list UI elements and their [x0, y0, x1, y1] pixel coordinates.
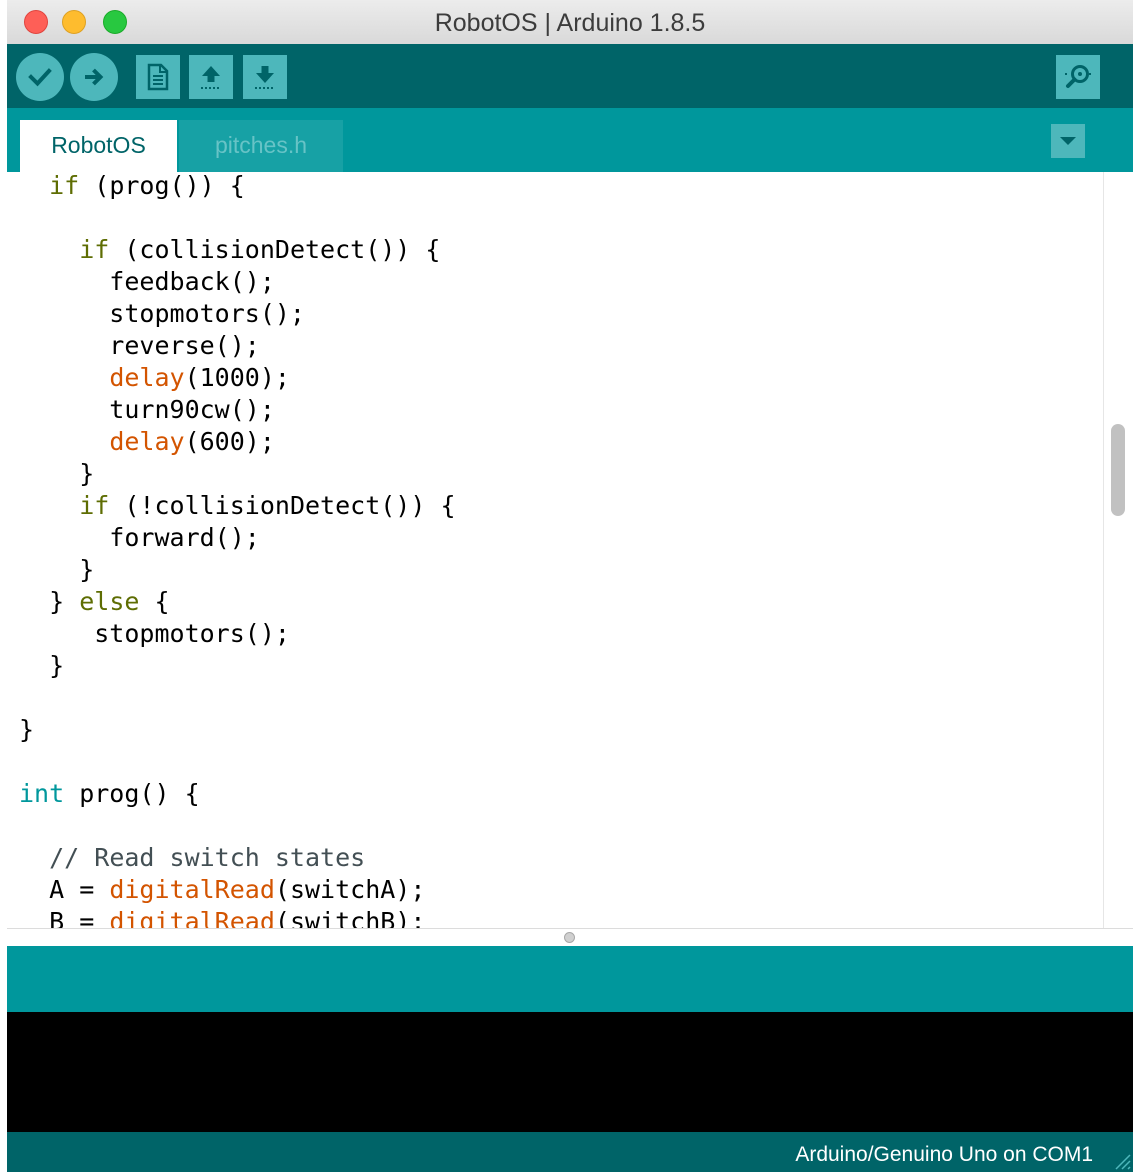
- code-token: (switchB);: [274, 907, 426, 928]
- code-line[interactable]: B = digitalRead(switchB);: [19, 906, 456, 928]
- magnifier-icon: [1065, 65, 1091, 88]
- code-token: turn90cw();: [19, 395, 275, 424]
- resize-grip-icon[interactable]: [1109, 1148, 1131, 1170]
- code-token-ty: int: [19, 779, 65, 808]
- code-token: {: [139, 587, 170, 616]
- code-line[interactable]: }: [19, 554, 456, 586]
- code-token-fn: digitalRead: [109, 907, 275, 928]
- tab-menu-button[interactable]: [1051, 124, 1085, 158]
- arrow-right-icon: [85, 68, 104, 86]
- code-token-kw: if: [79, 491, 110, 520]
- code-line[interactable]: delay(1000);: [19, 362, 456, 394]
- code-line[interactable]: }: [19, 650, 456, 682]
- code-line[interactable]: A = digitalRead(switchA);: [19, 874, 456, 906]
- code-token: (600);: [184, 427, 275, 456]
- code-line[interactable]: int prog() {: [19, 778, 456, 810]
- arrow-down-icon: [255, 66, 275, 89]
- status-bar: Arduino/Genuino Uno on COM1: [7, 1132, 1133, 1172]
- code-token-kw: else: [79, 587, 140, 616]
- code-token-cm: // Read switch states: [49, 843, 366, 872]
- code-line[interactable]: feedback();: [19, 266, 456, 298]
- code-line[interactable]: [19, 682, 456, 714]
- code-token: }: [19, 587, 80, 616]
- verify-button[interactable]: [16, 53, 64, 101]
- code-token-fn: digitalRead: [109, 875, 275, 904]
- tab-bar: RobotOS pitches.h: [7, 108, 1133, 172]
- code-editor[interactable]: if (prog()) { if (collisionDetect()) { f…: [7, 172, 1133, 928]
- code-line[interactable]: }: [19, 714, 456, 746]
- new-sketch-button[interactable]: [136, 55, 180, 99]
- code-token: }: [19, 651, 65, 680]
- code-token: }: [19, 555, 95, 584]
- code-text[interactable]: if (prog()) { if (collisionDetect()) { f…: [19, 172, 456, 928]
- code-line[interactable]: // Read switch states: [19, 842, 456, 874]
- save-button[interactable]: [243, 55, 287, 99]
- code-line[interactable]: [19, 746, 456, 778]
- code-token: (1000);: [184, 363, 290, 392]
- chevron-down-icon: [1060, 137, 1076, 145]
- code-token: prog() {: [64, 779, 200, 808]
- new-file-icon: [147, 63, 169, 91]
- code-line[interactable]: [19, 202, 456, 234]
- upload-button[interactable]: [70, 53, 118, 101]
- open-button[interactable]: [189, 55, 233, 99]
- code-token-fn: delay: [109, 427, 185, 456]
- code-line[interactable]: forward();: [19, 522, 456, 554]
- code-token: forward();: [19, 523, 260, 552]
- divider-handle[interactable]: [564, 932, 575, 943]
- code-line[interactable]: turn90cw();: [19, 394, 456, 426]
- split-divider[interactable]: [7, 928, 1133, 947]
- editor-scroll-thumb[interactable]: [1111, 424, 1125, 516]
- code-token: (!collisionDetect()) {: [109, 491, 456, 520]
- window-title: RobotOS | Arduino 1.8.5: [434, 9, 706, 37]
- code-line[interactable]: if (prog()) {: [19, 172, 456, 202]
- tab-robotos[interactable]: RobotOS: [20, 120, 177, 172]
- code-token: stopmotors();: [19, 299, 305, 328]
- editor-scrollbar[interactable]: [1103, 172, 1133, 928]
- code-token: feedback();: [19, 267, 275, 296]
- code-line[interactable]: stopmotors();: [19, 298, 456, 330]
- code-token-fn: delay: [109, 363, 185, 392]
- code-line[interactable]: reverse();: [19, 330, 456, 362]
- code-token: stopmotors();: [19, 619, 290, 648]
- code-token: (prog()) {: [79, 172, 245, 200]
- code-token: B =: [19, 907, 110, 928]
- code-token: A =: [19, 875, 110, 904]
- code-line[interactable]: stopmotors();: [19, 618, 456, 650]
- code-token-kw: if: [49, 172, 80, 200]
- code-token: (collisionDetect()) {: [109, 235, 441, 264]
- code-line[interactable]: } else {: [19, 586, 456, 618]
- code-token-kw: if: [79, 235, 110, 264]
- code-line[interactable]: [19, 810, 456, 842]
- tab-pitches-h[interactable]: pitches.h: [179, 120, 343, 172]
- serial-monitor-button[interactable]: [1056, 55, 1100, 99]
- code-token: }: [19, 715, 35, 744]
- code-line[interactable]: }: [19, 458, 456, 490]
- console-output[interactable]: [7, 1012, 1133, 1132]
- arrow-up-icon: [201, 66, 221, 89]
- code-token: }: [19, 459, 95, 488]
- code-line[interactable]: if (!collisionDetect()) {: [19, 490, 456, 522]
- code-line[interactable]: delay(600);: [19, 426, 456, 458]
- ide-window: RobotOS | Arduino 1.8.5 RobotOS pitches.…: [7, 0, 1133, 1172]
- check-icon: [28, 68, 52, 87]
- toolbar: [7, 44, 1133, 108]
- title-bar: RobotOS | Arduino 1.8.5: [7, 0, 1133, 45]
- code-line[interactable]: if (collisionDetect()) {: [19, 234, 456, 266]
- board-port-status: Arduino/Genuino Uno on COM1: [795, 1143, 1093, 1166]
- message-area: [7, 946, 1133, 1012]
- code-token: (switchA);: [274, 875, 426, 904]
- code-token: reverse();: [19, 331, 260, 360]
